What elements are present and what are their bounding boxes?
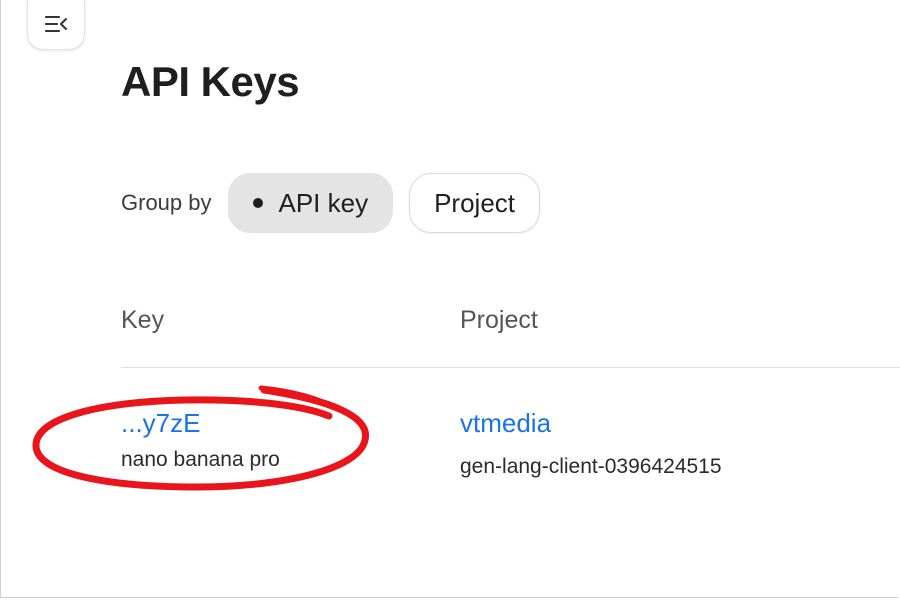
api-keys-page: API Keys Group by API key Project Key Pr… (0, 0, 900, 598)
selected-dot-icon (252, 198, 263, 208)
red-circle-annotation (32, 385, 370, 491)
page-title: API Keys (121, 58, 300, 105)
collapse-sidebar-button[interactable] (27, 0, 85, 50)
column-header-project[interactable]: Project (460, 306, 538, 335)
chip-label-api-key: API key (278, 187, 369, 218)
column-header-key[interactable]: Key (121, 306, 164, 335)
group-by-project-chip[interactable]: Project (409, 173, 541, 233)
api-key-link[interactable]: ...y7zE (121, 408, 200, 439)
project-link[interactable]: vtmedia (460, 408, 551, 439)
group-by-label: Group by (121, 190, 212, 215)
collapse-sidebar-icon (45, 16, 67, 32)
project-id: gen-lang-client-0396424515 (460, 455, 722, 478)
api-key-name: nano banana pro (121, 448, 280, 471)
table-header-divider (121, 367, 900, 368)
group-by-control: Group by API key Project (121, 172, 541, 234)
group-by-api-key-chip[interactable]: API key (227, 173, 394, 233)
chip-label-project: Project (434, 187, 516, 218)
